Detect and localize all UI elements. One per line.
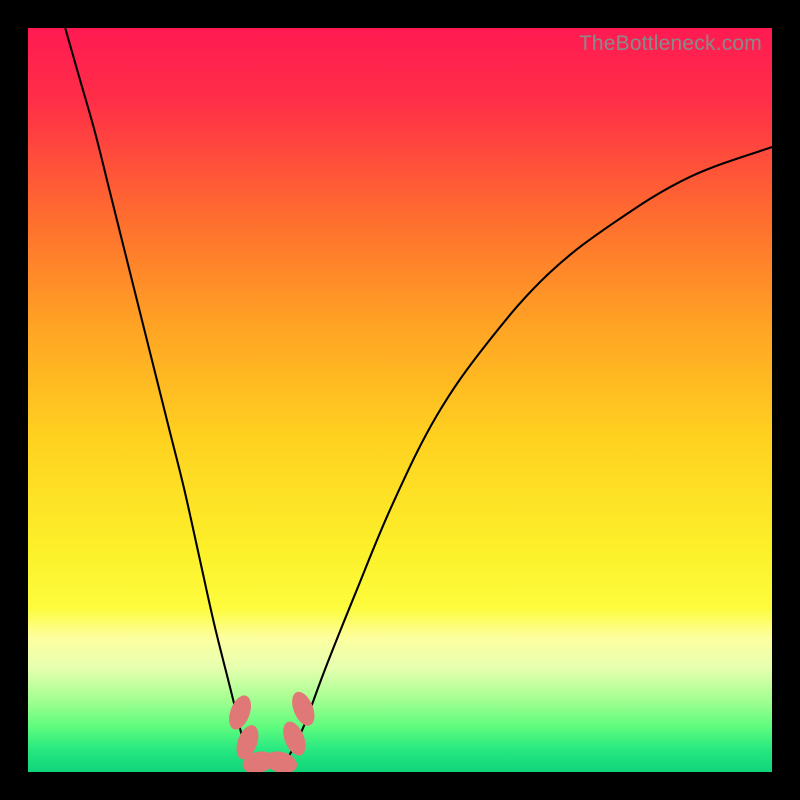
- plot-area: TheBottleneck.com: [28, 28, 772, 772]
- chart-frame: TheBottleneck.com: [0, 0, 800, 800]
- curve-layer: [28, 28, 772, 772]
- watermark-text: TheBottleneck.com: [579, 32, 762, 56]
- marker-group: [225, 689, 319, 772]
- bottleneck-curve: [65, 28, 772, 765]
